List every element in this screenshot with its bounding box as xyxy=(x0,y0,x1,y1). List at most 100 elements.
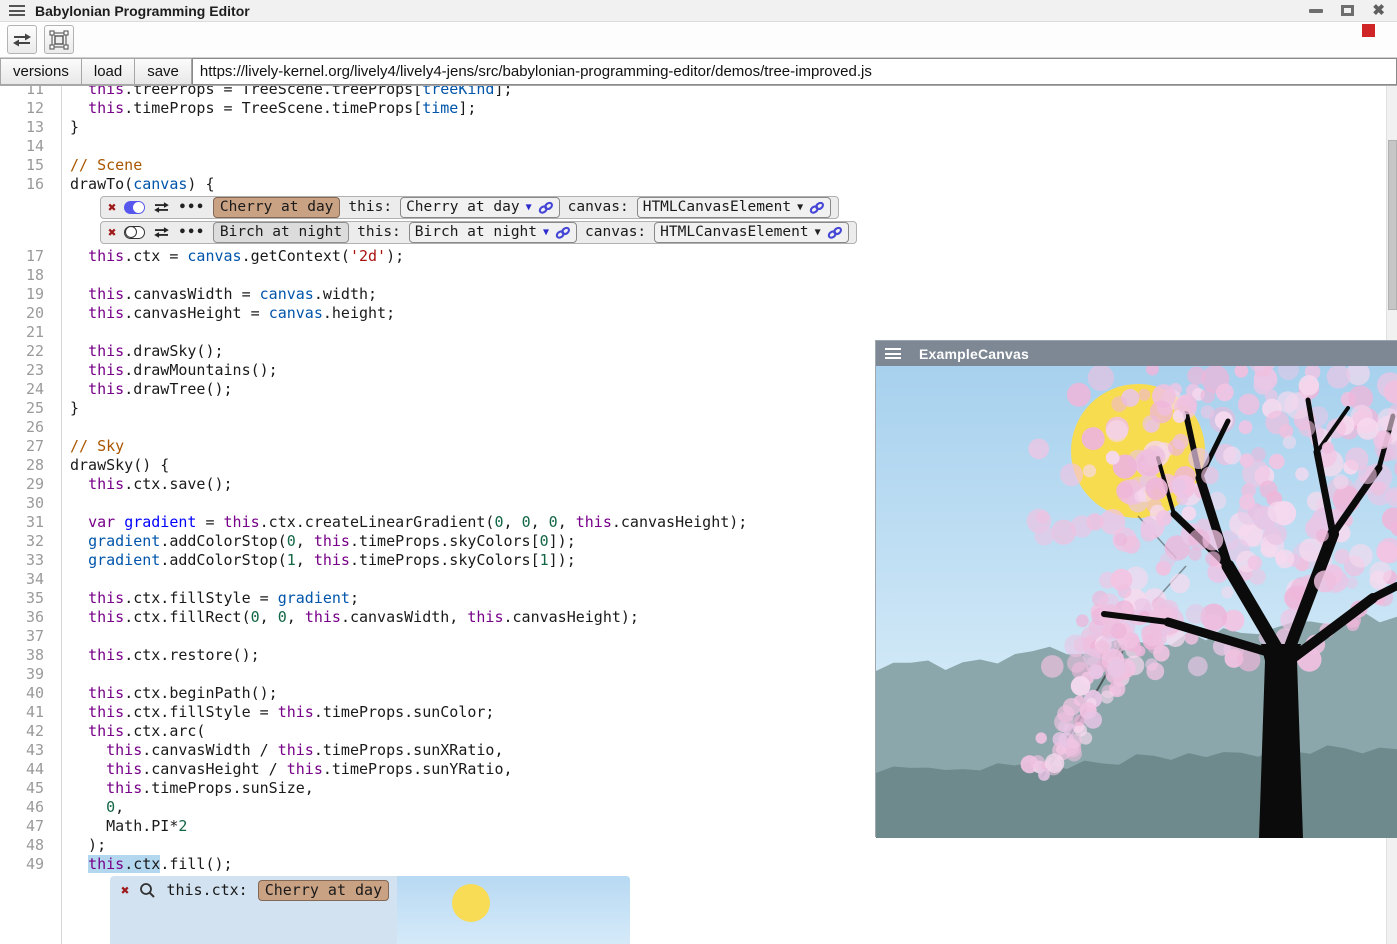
param-dropdown-this[interactable]: Birch at night▼ xyxy=(409,222,577,243)
example-canvas-title: ExampleCanvas xyxy=(919,346,1029,362)
versions-button[interactable]: versions xyxy=(0,58,82,85)
window-title: Babylonian Programming Editor xyxy=(35,3,250,19)
line-number: 37 xyxy=(0,627,62,646)
tree-scene-canvas xyxy=(876,366,1397,838)
code-text xyxy=(62,570,70,589)
minimize-icon[interactable] xyxy=(1309,9,1323,13)
toolbar xyxy=(0,22,1397,58)
dropdown-caret-icon: ▼ xyxy=(526,203,532,213)
unsaved-indicator xyxy=(1362,24,1375,37)
example-widget-row: ✖ ••• Cherry at day this: Cherry at day▼ canv… xyxy=(100,196,839,219)
code-text xyxy=(62,494,70,513)
example-widget-block: ✖ ••• Cherry at day this: Cherry at day▼ canv… xyxy=(100,196,857,244)
toggle-knob xyxy=(125,226,137,238)
gutter-spacer xyxy=(0,874,62,944)
param-dropdown-canvas[interactable]: HTMLCanvasElement▼ xyxy=(637,197,831,218)
chain-link-icon[interactable] xyxy=(827,226,843,240)
code-line: 14 xyxy=(0,137,1386,156)
code-text: gradient.addColorStop(1, this.timeProps.… xyxy=(62,551,576,570)
line-number: 46 xyxy=(0,798,62,817)
swap-example-icon[interactable] xyxy=(153,226,170,239)
line-number: 38 xyxy=(0,646,62,665)
param-label-this: this: xyxy=(357,223,401,242)
code-text: this.drawMountains(); xyxy=(62,361,278,380)
param-dropdown-canvas[interactable]: HTMLCanvasElement▼ xyxy=(654,222,848,243)
code-line: 48 ); xyxy=(0,836,1386,855)
line-number: 32 xyxy=(0,532,62,551)
close-icon[interactable]: ✖ xyxy=(1372,3,1385,18)
delete-example-icon[interactable]: ✖ xyxy=(108,201,116,215)
line-number: 39 xyxy=(0,665,62,684)
line-number: 40 xyxy=(0,684,62,703)
param-label-this: this: xyxy=(348,198,392,217)
toggle-knob xyxy=(133,202,144,213)
probe-widget: ✖this.ctx:Cherry at day xyxy=(110,876,630,944)
toggle-example-switch[interactable] xyxy=(124,201,145,214)
code-text: this.ctx.beginPath(); xyxy=(62,684,278,703)
code-line: 12 this.timeProps = TreeScene.timeProps[… xyxy=(0,99,1386,118)
line-number: 33 xyxy=(0,551,62,570)
url-input[interactable] xyxy=(192,58,1397,85)
line-number: 13 xyxy=(0,118,62,137)
line-number: 30 xyxy=(0,494,62,513)
maximize-icon[interactable] xyxy=(1341,5,1354,16)
line-number: 24 xyxy=(0,380,62,399)
line-number: 45 xyxy=(0,779,62,798)
line-number: 20 xyxy=(0,304,62,323)
swap-icon xyxy=(12,32,32,48)
delete-probe-icon[interactable]: ✖ xyxy=(121,884,129,898)
select-bounds-button[interactable] xyxy=(44,25,74,54)
code-line: 13} xyxy=(0,118,1386,137)
param-label-canvas: canvas: xyxy=(568,198,629,217)
swap-example-icon[interactable] xyxy=(153,201,170,214)
code-text: var gradient = this.ctx.createLinearGrad… xyxy=(62,513,747,532)
magnifier-icon[interactable] xyxy=(139,882,156,899)
line-number: 19 xyxy=(0,285,62,304)
line-number: 15 xyxy=(0,156,62,175)
code-text: ); xyxy=(62,836,106,855)
code-line: 20 this.canvasHeight = canvas.height; xyxy=(0,304,1386,323)
example-canvas-titlebar[interactable]: ExampleCanvas xyxy=(876,341,1397,366)
code-text xyxy=(62,323,70,342)
dropdown-caret-icon: ▼ xyxy=(797,203,803,213)
line-number: 16 xyxy=(0,175,62,194)
toggle-example-switch[interactable] xyxy=(124,226,145,239)
code-text: this.canvasWidth = canvas.width; xyxy=(62,285,377,304)
line-number: 31 xyxy=(0,513,62,532)
chain-link-icon[interactable] xyxy=(555,226,571,240)
line-number: 35 xyxy=(0,589,62,608)
save-button[interactable]: save xyxy=(135,58,192,85)
babylonian-programming-editor: Babylonian Programming Editor ✖ xyxy=(0,0,1397,944)
line-number: 18 xyxy=(0,266,62,285)
menu-icon[interactable] xyxy=(9,5,25,16)
chain-link-icon[interactable] xyxy=(809,201,825,215)
line-number: 11 xyxy=(0,86,62,99)
load-button[interactable]: load xyxy=(82,58,135,85)
example-widget-row: ✖•••Birch at nightthis:Birch at night▼ca… xyxy=(100,221,857,244)
line-number: 12 xyxy=(0,99,62,118)
line-number: 42 xyxy=(0,722,62,741)
delete-example-icon[interactable]: ✖ xyxy=(108,226,116,240)
line-number: 27 xyxy=(0,437,62,456)
nav-row: versions load save xyxy=(0,58,1397,86)
more-options-icon[interactable]: ••• xyxy=(178,223,204,242)
select-bounds-icon xyxy=(49,30,69,50)
probe-example-badge[interactable]: Cherry at day xyxy=(258,880,389,901)
line-number: 26 xyxy=(0,418,62,437)
dropdown-caret-icon: ▼ xyxy=(543,228,549,238)
titlebar[interactable]: Babylonian Programming Editor ✖ xyxy=(0,0,1397,22)
menu-icon[interactable] xyxy=(885,348,901,359)
param-dropdown-this[interactable]: Cherry at day▼ xyxy=(400,197,560,218)
scrollbar-thumb[interactable] xyxy=(1388,140,1397,310)
code-line: 19 this.canvasWidth = canvas.width; xyxy=(0,285,1386,304)
example-name-badge[interactable]: Cherry at day xyxy=(213,197,341,218)
line-number: 28 xyxy=(0,456,62,475)
chain-link-icon[interactable] xyxy=(538,201,554,215)
line-number: 36 xyxy=(0,608,62,627)
code-text: this.ctx.restore(); xyxy=(62,646,260,665)
code-line: 15// Scene xyxy=(0,156,1386,175)
more-options-icon[interactable]: ••• xyxy=(178,198,204,217)
example-name-badge[interactable]: Birch at night xyxy=(213,222,349,243)
gutter-spacer xyxy=(0,194,62,247)
swap-button[interactable] xyxy=(7,25,37,54)
